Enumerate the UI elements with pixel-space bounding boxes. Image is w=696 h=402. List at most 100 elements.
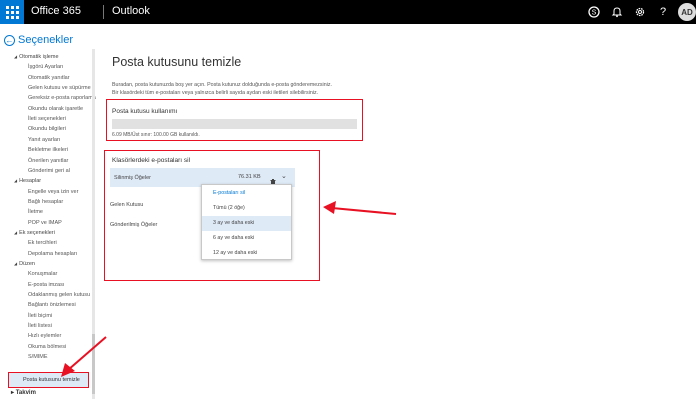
gear-icon[interactable] xyxy=(632,4,648,20)
sidebar-item-label: İletme xyxy=(28,209,43,216)
sidebar-item-label: Bağlı hesaplar xyxy=(28,198,64,205)
sidebar-item-label: Bekletme ilkeleri xyxy=(28,147,69,154)
sidebar-item-label: Hızlı eylemler xyxy=(28,333,62,340)
bell-icon[interactable] xyxy=(609,4,625,20)
folders-title: Klasörlerdeki e-postaları sil xyxy=(112,157,191,164)
sidebar-item-label: Konuşmalar xyxy=(28,271,58,278)
sidebar-item-label: Okundu bilgileri xyxy=(28,126,66,133)
sidebar-item-clean-mailbox[interactable]: Posta kutusunu temizle xyxy=(8,372,89,388)
sidebar-item[interactable]: Bekletme ilkeleri xyxy=(28,146,68,154)
delete-options-menu: E-postaları sil Tümü (2 öğe) 3 ay ve dah… xyxy=(201,184,292,260)
sidebar-group-calendar[interactable]: ▸ Takvim xyxy=(11,389,36,396)
sidebar-item[interactable]: Depolama hesapları xyxy=(28,250,77,258)
top-bar: Office 365 Outlook S ? AD xyxy=(0,0,696,24)
sidebar-item[interactable]: Okundu bilgileri xyxy=(28,125,66,133)
options-title: Seçenekler xyxy=(18,34,74,46)
sidebar-item[interactable]: S/MIME xyxy=(28,353,48,361)
collapse-triangle-icon: ◢ xyxy=(14,178,18,184)
sidebar-item[interactable]: İşgörü Ayarları xyxy=(28,63,63,71)
sidebar-item[interactable]: İleti seçenekleri xyxy=(28,115,66,123)
options-sidebar: ◢ Otomatik işleme İşgörü Ayarları Otomatik … xyxy=(0,49,96,402)
menu-item-12-months[interactable]: 12 ay ve daha eski xyxy=(202,246,291,261)
sidebar-item[interactable]: E-posta imzası xyxy=(28,281,64,289)
folder-row-sent-items[interactable]: Gönderilmiş Öğeler xyxy=(110,219,157,231)
sidebar-item[interactable]: Konuşmalar xyxy=(28,270,57,278)
folder-row-inbox[interactable]: Gelen Kutusu xyxy=(110,199,143,211)
collapse-triangle-icon: ◢ xyxy=(14,229,18,235)
folder-name: Gelen Kutusu xyxy=(110,202,144,208)
sidebar-item-label: Engelle veya izin ver xyxy=(28,188,79,195)
sidebar-item[interactable]: POP ve IMAP xyxy=(28,219,62,227)
menu-item-all[interactable]: Tümü (2 öğe) xyxy=(202,201,291,216)
scrollbar-thumb[interactable] xyxy=(92,334,95,394)
sidebar-item-label: Ek seçenekleri xyxy=(19,229,55,236)
page-description: Buradan, posta kutunuzda boş yer açın. P… xyxy=(112,82,372,97)
sidebar-group[interactable]: ◢ Ek seçenekleri xyxy=(14,229,55,237)
collapse-triangle-icon: ◢ xyxy=(14,54,18,59)
divider xyxy=(103,5,104,19)
sidebar-item-label: İleti biçimi xyxy=(28,312,53,319)
sidebar-group[interactable]: ◢ Düzen xyxy=(14,260,35,268)
usage-bar xyxy=(112,119,357,129)
usage-title: Posta kutusu kullanımı xyxy=(112,108,178,115)
sidebar-item[interactable]: Bağlı hesaplar xyxy=(28,198,63,206)
sidebar-item-label: Ek tercihleri xyxy=(28,240,57,247)
sidebar-group[interactable]: ◢ Hesaplar xyxy=(14,177,41,185)
sidebar-item-label: Bağlantı önizlemesi xyxy=(28,302,76,309)
folder-size: 76.31 KB xyxy=(238,174,261,180)
sidebar-item[interactable]: Otomatik yanıtlar xyxy=(28,74,70,82)
sidebar-scrollbar[interactable] xyxy=(92,49,95,399)
app-name[interactable]: Outlook xyxy=(112,5,150,17)
sidebar-item[interactable]: Önerilen yanıtlar xyxy=(28,157,68,165)
sidebar-item[interactable]: İleti listesi xyxy=(28,322,52,330)
sidebar-item-label: Gelen kutusu ve süpürme xyxy=(28,85,91,92)
sidebar-item-label: Otomatik yanıtlar xyxy=(28,74,70,81)
description-line-2: Bir klasördeki tüm e-postaları veya yaln… xyxy=(112,89,319,96)
page-title: Posta kutusunu temizle xyxy=(112,55,242,69)
sidebar-item-label: POP ve IMAP xyxy=(28,219,62,226)
sidebar-item[interactable]: Odaklanmış gelen kutusu xyxy=(28,291,90,299)
collapse-triangle-icon: ◢ xyxy=(14,261,18,266)
description-line-1: Buradan, posta kutunuzda boş yer açın. P… xyxy=(112,82,332,88)
sidebar-item-label: Okundu olarak işaretle xyxy=(28,105,84,112)
sidebar-item-label: Depolama hesapları xyxy=(28,250,78,257)
help-icon[interactable]: ? xyxy=(655,4,671,20)
sidebar-item[interactable]: Gereksiz e-posta raporlama xyxy=(28,94,96,102)
svg-text:S: S xyxy=(592,10,597,17)
sidebar-item[interactable]: Bağlantı önizlemesi xyxy=(28,301,76,309)
calendar-label: Takvim xyxy=(15,390,36,396)
chevron-down-icon[interactable]: ⌄ xyxy=(281,172,287,180)
avatar[interactable]: AD xyxy=(678,3,696,21)
back-arrow-icon: ← xyxy=(4,34,15,46)
sidebar-item[interactable]: Ek tercihleri xyxy=(28,239,57,247)
sidebar-item[interactable]: Hızlı eylemler xyxy=(28,332,61,340)
sidebar-item[interactable]: İletme xyxy=(28,208,43,216)
sidebar-item[interactable]: Okundu olarak işaretle xyxy=(28,105,83,113)
waffle-icon xyxy=(5,5,19,19)
sidebar-group[interactable]: ◢ Otomatik işleme xyxy=(14,53,59,61)
sidebar-item-label: Otomatik işleme xyxy=(19,54,59,60)
sidebar-item-label: Gereksiz e-posta raporlama xyxy=(28,95,96,102)
sidebar-item-label: Düzen xyxy=(19,261,35,267)
folder-name: Silinmiş Öğeler xyxy=(114,174,151,181)
sidebar-item[interactable]: Gelen kutusu ve süpürme xyxy=(28,84,91,92)
menu-item-6-months[interactable]: 6 ay ve daha eski xyxy=(202,231,291,246)
app-launcher-button[interactable] xyxy=(0,0,24,24)
sidebar-item[interactable]: Yanıt ayarları xyxy=(28,136,60,144)
sidebar-item[interactable]: Okuma bölmesi xyxy=(28,343,66,351)
sidebar-item[interactable]: İleti biçimi xyxy=(28,312,52,320)
sidebar-item-label: S/MIME xyxy=(28,354,48,361)
sidebar-item[interactable]: Gönderimi geri al xyxy=(28,167,70,175)
sidebar-item-label: Yanıt ayarları xyxy=(28,136,61,143)
sidebar-item-label: Odaklanmış gelen kutusu xyxy=(28,292,91,299)
sidebar-item-label: E-posta imzası xyxy=(28,281,65,288)
brand-label[interactable]: Office 365 xyxy=(31,5,81,17)
options-back-link[interactable]: ← Seçenekler xyxy=(4,34,73,46)
menu-item-delete-emails[interactable]: E-postaları sil xyxy=(202,186,291,201)
sidebar-item-label: Önerilen yanıtlar xyxy=(28,157,69,164)
trash-icon[interactable] xyxy=(270,173,276,186)
folder-name: Gönderilmiş Öğeler xyxy=(110,222,158,228)
sidebar-item[interactable]: Engelle veya izin ver xyxy=(28,188,78,196)
skype-icon[interactable]: S xyxy=(586,4,602,20)
menu-item-3-months[interactable]: 3 ay ve daha eski xyxy=(202,216,291,231)
